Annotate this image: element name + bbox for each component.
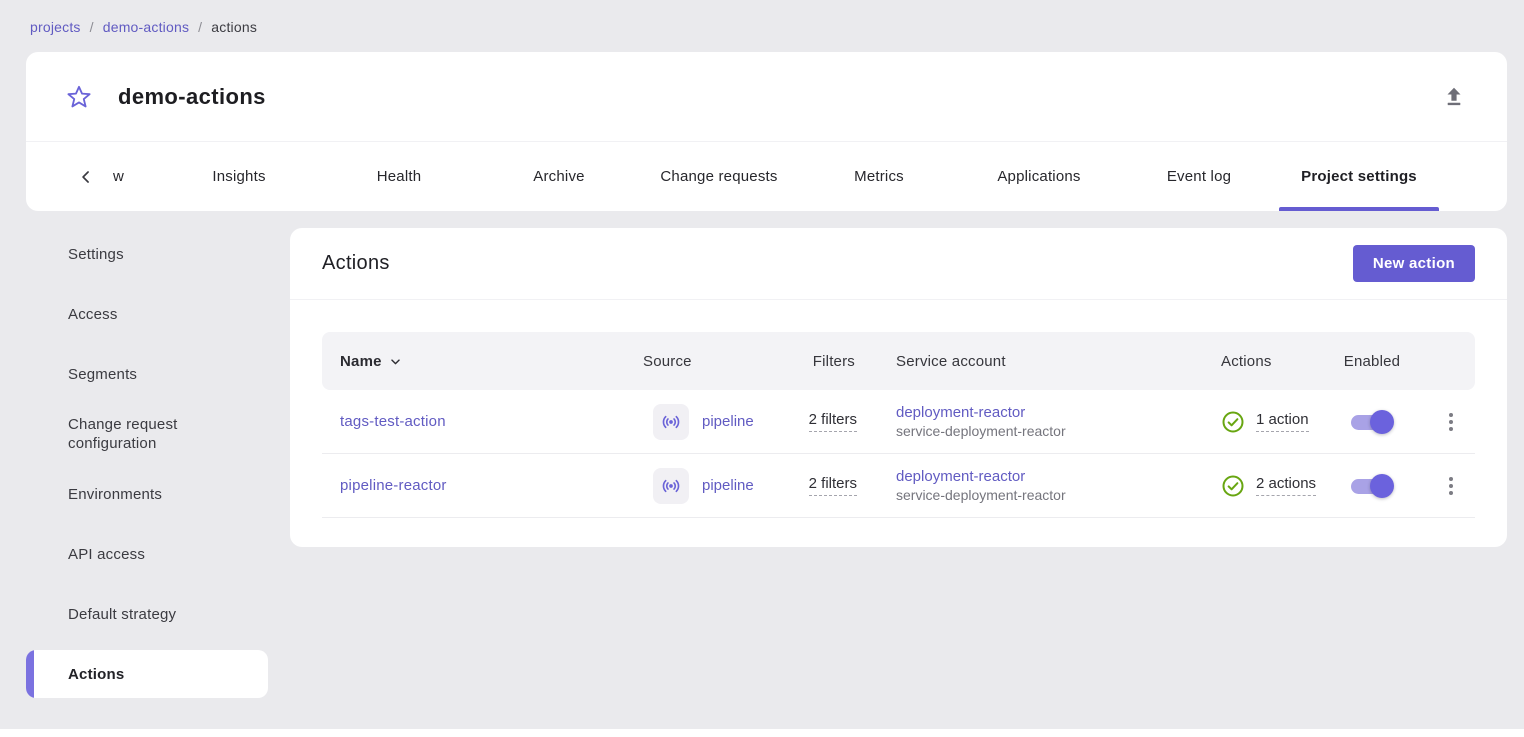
kebab-menu-button[interactable] [1443, 471, 1459, 501]
source-link[interactable]: pipeline [702, 477, 754, 494]
tab-insights[interactable]: Insights [159, 142, 319, 211]
favorite-button[interactable] [66, 84, 92, 110]
active-tab-indicator [1279, 207, 1439, 211]
actions-count[interactable]: 1 action [1256, 411, 1309, 432]
enabled-cell [1317, 410, 1427, 434]
sidebar-item-settings[interactable]: Settings [26, 224, 268, 284]
actions-panel: Actions New action Name Source Filters S… [290, 228, 1507, 547]
page-title: demo-actions [118, 84, 266, 110]
sidebar-item-label: Actions [68, 665, 124, 684]
sidebar-item-environments[interactable]: Environments [26, 464, 268, 524]
service-account-cell: deployment-reactor service-deployment-re… [857, 403, 1187, 441]
sidebar-item-api-access[interactable]: API access [26, 524, 268, 584]
source-link[interactable]: pipeline [702, 413, 754, 430]
upload-icon [1441, 84, 1467, 110]
enabled-toggle[interactable] [1350, 410, 1394, 434]
table-header-row: Name Source Filters Service account Acti… [322, 332, 1475, 390]
sensors-icon [653, 468, 689, 504]
column-header-label: Name [340, 353, 382, 370]
sidebar-item-segments[interactable]: Segments [26, 344, 268, 404]
check-circle-icon [1221, 474, 1245, 498]
sidebar-item-change-request-configuration[interactable]: Change request configuration [26, 404, 268, 464]
breadcrumb-separator: / [90, 19, 94, 35]
filters-count[interactable]: 2 filters [809, 411, 857, 432]
source-cell: pipeline [643, 468, 793, 504]
column-header-service-account: Service account [857, 353, 1187, 370]
actions-table: Name Source Filters Service account Acti… [322, 332, 1475, 518]
kebab-menu-button[interactable] [1443, 407, 1459, 437]
service-account-link[interactable]: deployment-reactor [896, 404, 1025, 421]
sidebar-item-access[interactable]: Access [26, 284, 268, 344]
breadcrumb-current: actions [211, 19, 257, 35]
tab-health[interactable]: Health [319, 142, 479, 211]
filters-count[interactable]: 2 filters [809, 475, 857, 496]
sensors-icon [653, 404, 689, 440]
column-header-enabled: Enabled [1317, 353, 1427, 370]
filters-cell: 2 filters [793, 475, 857, 496]
action-name-cell: pipeline-reactor [322, 477, 643, 494]
action-name-link[interactable]: tags-test-action [340, 413, 446, 430]
tab-label: Project settings [1301, 168, 1417, 185]
tab-overview-partial[interactable]: w [101, 142, 159, 211]
tab-archive[interactable]: Archive [479, 142, 639, 211]
enabled-toggle[interactable] [1350, 474, 1394, 498]
action-name-link[interactable]: pipeline-reactor [340, 477, 447, 494]
star-outline-icon [66, 84, 92, 110]
sidebar-item-default-strategy[interactable]: Default strategy [26, 584, 268, 644]
toggle-knob [1370, 474, 1394, 498]
bottom-strip [0, 729, 1524, 737]
breadcrumb-link-demo-actions[interactable]: demo-actions [103, 19, 189, 35]
column-header-source: Source [643, 353, 793, 370]
tab-change-requests[interactable]: Change requests [639, 142, 799, 211]
project-header-card: demo-actions w Insights Health Archive C… [26, 52, 1507, 211]
check-circle-icon [1221, 410, 1245, 434]
settings-sidebar: Settings Access Segments Change request … [26, 224, 268, 704]
sidebar-item-actions[interactable]: Actions [26, 650, 268, 698]
filters-cell: 2 filters [793, 411, 857, 432]
column-header-actions: Actions [1187, 353, 1317, 370]
column-header-filters: Filters [793, 353, 857, 370]
breadcrumb: projects / demo-actions / actions [30, 19, 257, 35]
chevron-left-icon [76, 167, 96, 187]
actions-count-cell: 1 action [1187, 410, 1317, 434]
export-button[interactable] [1441, 84, 1467, 110]
tab-metrics[interactable]: Metrics [799, 142, 959, 211]
toggle-knob [1370, 410, 1394, 434]
table-row: pipeline-reactor pipeline 2 filters [322, 454, 1475, 518]
service-account-cell: deployment-reactor service-deployment-re… [857, 467, 1187, 505]
breadcrumb-separator: / [198, 19, 202, 35]
service-account-id: service-deployment-reactor [896, 486, 1187, 505]
column-header-name[interactable]: Name [322, 353, 643, 370]
tab-project-settings[interactable]: Project settings [1279, 142, 1439, 211]
service-account-id: service-deployment-reactor [896, 422, 1187, 441]
enabled-cell [1317, 474, 1427, 498]
source-cell: pipeline [643, 404, 793, 440]
tab-applications[interactable]: Applications [959, 142, 1119, 211]
actions-count-cell: 2 actions [1187, 474, 1317, 498]
new-action-button[interactable]: New action [1353, 245, 1475, 282]
service-account-link[interactable]: deployment-reactor [896, 468, 1025, 485]
panel-title: Actions [322, 252, 390, 275]
project-tabs: w Insights Health Archive Change request… [26, 141, 1507, 211]
project-header-row: demo-actions [26, 52, 1507, 141]
row-menu-cell [1427, 471, 1475, 501]
actions-count[interactable]: 2 actions [1256, 475, 1316, 496]
actions-panel-header: Actions New action [290, 228, 1507, 300]
tabs-scroll-left-button[interactable] [71, 142, 101, 211]
action-name-cell: tags-test-action [322, 413, 643, 430]
chevron-down-icon [387, 353, 404, 370]
tab-event-log[interactable]: Event log [1119, 142, 1279, 211]
active-item-accent-bar [26, 650, 34, 698]
breadcrumb-link-projects[interactable]: projects [30, 19, 81, 35]
row-menu-cell [1427, 407, 1475, 437]
table-row: tags-test-action pipeline 2 filters [322, 390, 1475, 454]
